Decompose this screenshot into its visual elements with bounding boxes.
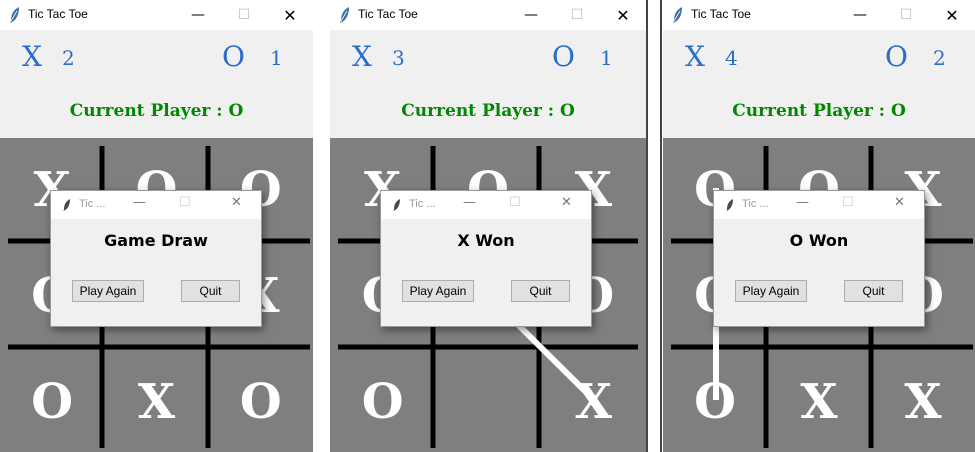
maximize-icon[interactable]: ☐ <box>221 0 267 30</box>
window-title: Tic Tac Toe <box>358 7 418 21</box>
close-icon[interactable]: ✕ <box>894 195 905 210</box>
window-title: Tic Tac Toe <box>28 7 88 21</box>
maximize-icon[interactable]: ☐ <box>509 195 521 210</box>
feather-icon <box>393 199 400 211</box>
minimize-icon[interactable]: — <box>508 0 554 30</box>
feather-icon <box>10 7 19 23</box>
close-icon[interactable]: ✕ <box>231 195 242 210</box>
title-bar[interactable]: Tic Tac Toe — ☐ ✕ <box>663 0 975 30</box>
result-message: Game Draw <box>104 231 208 250</box>
x-score-label: X <box>352 40 372 73</box>
title-bar[interactable]: Tic Tac Toe — ☐ ✕ <box>330 0 646 30</box>
dialog-title: Tic ... <box>79 198 106 210</box>
divider <box>660 0 662 452</box>
current-player: Current Player : O <box>401 101 575 121</box>
dialog-title: Tic ... <box>742 198 769 210</box>
o-score-label: O <box>885 40 908 73</box>
dialog-title-bar[interactable]: Tic ... — ☐ ✕ <box>51 191 261 219</box>
minimize-icon[interactable]: — <box>796 195 809 210</box>
o-score-label: O <box>222 40 245 73</box>
o-score-value: 2 <box>933 46 946 70</box>
minimize-icon[interactable]: — <box>133 195 146 210</box>
game-result-dialog: Tic ... — ☐ ✕ X Won Play Again Quit <box>380 190 592 327</box>
x-score-value: 3 <box>392 46 405 70</box>
dialog-title-bar[interactable]: Tic ... — ☐ ✕ <box>381 191 591 219</box>
close-icon[interactable]: ✕ <box>267 0 313 30</box>
cell-mark-o[interactable]: O <box>31 374 73 430</box>
game-window-1: Tic Tac Toe — ☐ ✕ X 2 O 1 Current Player… <box>0 0 313 452</box>
maximize-icon[interactable]: ☐ <box>179 195 191 210</box>
maximize-icon[interactable]: ☐ <box>883 0 929 30</box>
x-score-label: X <box>685 40 705 73</box>
current-player: Current Player : O <box>69 101 244 121</box>
feather-icon <box>673 7 682 23</box>
minimize-icon[interactable]: — <box>175 0 221 30</box>
feather-icon <box>63 199 70 211</box>
feather-icon <box>340 7 349 23</box>
result-message: O Won <box>789 231 849 250</box>
maximize-icon[interactable]: ☐ <box>842 195 854 210</box>
play-again-button[interactable]: Play Again <box>72 280 144 302</box>
cell-mark-o[interactable]: O <box>362 374 404 430</box>
gap <box>313 0 330 452</box>
result-message: X Won <box>457 231 515 250</box>
minimize-icon[interactable]: — <box>837 0 883 30</box>
close-icon[interactable]: ✕ <box>600 0 646 30</box>
x-score-value: 4 <box>725 46 738 70</box>
cell-mark-x[interactable]: X <box>138 374 176 430</box>
game-window-2: Tic Tac Toe — ☐ ✕ X 3 O 1 Current Player… <box>330 0 646 452</box>
feather-icon <box>726 199 733 211</box>
window-title: Tic Tac Toe <box>691 7 751 21</box>
x-score-label: X <box>22 40 42 73</box>
minimize-icon[interactable]: — <box>463 195 476 210</box>
divider <box>646 0 648 452</box>
x-score-value: 2 <box>62 46 75 70</box>
dialog-title: Tic ... <box>409 198 436 210</box>
close-icon[interactable]: ✕ <box>929 0 975 30</box>
maximize-icon[interactable]: ☐ <box>554 0 600 30</box>
cell-mark-x[interactable]: X <box>904 374 942 430</box>
o-score-value: 1 <box>270 46 283 70</box>
cell-mark-o[interactable]: O <box>240 374 282 430</box>
game-result-dialog: Tic ... — ☐ ✕ Game Draw Play Again Quit <box>50 190 262 327</box>
play-again-button[interactable]: Play Again <box>402 280 474 302</box>
o-score-value: 1 <box>600 46 613 70</box>
game-window-3: Tic Tac Toe — ☐ ✕ X 4 O 2 Current Player… <box>663 0 975 452</box>
quit-button[interactable]: Quit <box>181 280 240 302</box>
close-icon[interactable]: ✕ <box>561 195 572 210</box>
current-player: Current Player : O <box>732 101 906 121</box>
play-again-button[interactable]: Play Again <box>735 280 807 302</box>
quit-button[interactable]: Quit <box>844 280 903 302</box>
cell-mark-x[interactable]: X <box>800 374 838 430</box>
dialog-title-bar[interactable]: Tic ... — ☐ ✕ <box>714 191 924 219</box>
game-result-dialog: Tic ... — ☐ ✕ O Won Play Again Quit <box>713 190 925 327</box>
title-bar[interactable]: Tic Tac Toe — ☐ ✕ <box>0 0 313 30</box>
o-score-label: O <box>552 40 575 73</box>
quit-button[interactable]: Quit <box>511 280 570 302</box>
cell-mark-o[interactable]: O <box>694 374 736 430</box>
cell-mark-x[interactable]: X <box>575 374 613 430</box>
